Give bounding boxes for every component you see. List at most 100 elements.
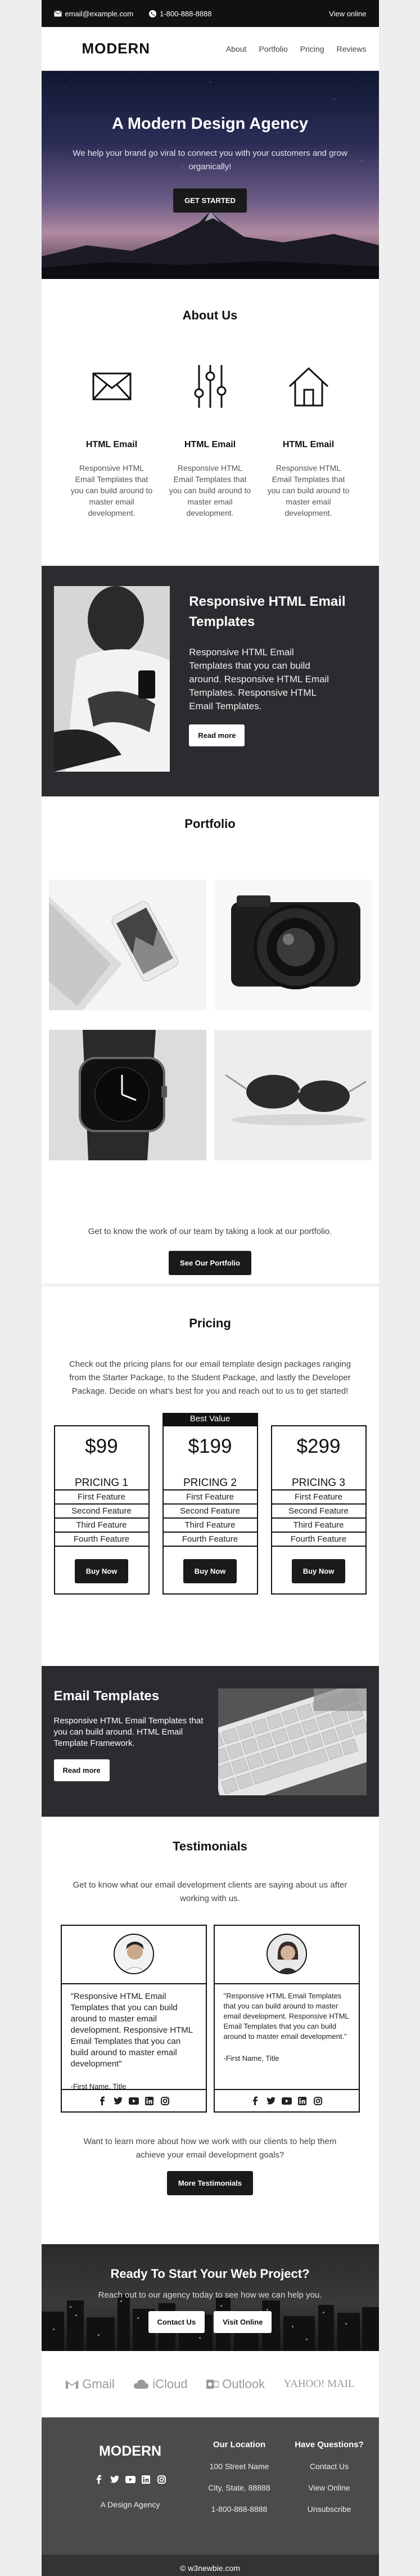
gmail-logo: Gmail: [65, 2377, 115, 2392]
hero: A Modern Design Agency We help your bran…: [41, 71, 379, 279]
plan-name: PRICING 3: [291, 1477, 346, 1489]
phone-icon: [149, 10, 157, 17]
buy-now-button[interactable]: Buy Now: [183, 1559, 237, 1583]
gmail-label: Gmail: [82, 2377, 115, 2391]
facebook-icon[interactable]: [97, 2096, 107, 2106]
plan-feature: Second Feature: [163, 1503, 257, 1517]
pricing-section: Pricing Check out the pricing plans for …: [41, 1284, 379, 1666]
feature-text: Responsive HTML Email Templates that you…: [70, 463, 153, 517]
testimonial-quote: "Responsive HTML Email Templates that yo…: [223, 1992, 349, 2041]
copyright: © w3newbie.com: [41, 2555, 379, 2576]
portfolio-grid: [42, 880, 379, 1160]
read-more-button[interactable]: Read more: [189, 724, 245, 746]
pricing-plan: $299 PRICING 3 First Feature Second Feat…: [270, 1425, 367, 1595]
client-logos: Gmail iCloud Outlook YAHOO! MAIL: [42, 2351, 379, 2417]
portfolio-section: Portfolio Get to know the work of our te…: [42, 796, 379, 1284]
portfolio-image-watch[interactable]: [48, 1030, 206, 1160]
plan-feature: First Feature: [163, 1489, 257, 1503]
testimonials-more-text: Want to learn more about how we work wit…: [83, 2137, 337, 2160]
top-phone[interactable]: 1-800-888-8888: [149, 10, 212, 18]
responsive-text: Responsive HTML Email Templates that you…: [189, 647, 329, 711]
contact-us-button[interactable]: Contact Us: [148, 2311, 205, 2333]
cloud-icon: [134, 2380, 149, 2389]
youtube-icon[interactable]: [128, 2096, 139, 2106]
top-view-online-link[interactable]: View online: [329, 10, 366, 18]
instagram-icon[interactable]: [157, 2474, 167, 2484]
logo[interactable]: MODERN: [82, 40, 151, 57]
footer-location: Our Location 100 Street Name City, State…: [195, 2440, 284, 2555]
linkedin-icon[interactable]: [297, 2096, 308, 2106]
youtube-icon[interactable]: [125, 2474, 136, 2484]
hero-title: A Modern Design Agency: [111, 115, 309, 133]
home-icon: [288, 367, 328, 407]
youtube-icon[interactable]: [281, 2096, 292, 2106]
twitter-icon[interactable]: [110, 2474, 120, 2484]
top-email[interactable]: email@example.com: [53, 9, 134, 18]
plan-feature: Second Feature: [55, 1503, 148, 1517]
testimonial-card: "Responsive HTML Email Templates that yo…: [60, 1925, 207, 2113]
footer: MODERN A Design Agency Our Location 100 …: [41, 2417, 379, 2555]
visit-online-button[interactable]: Visit Online: [214, 2311, 272, 2333]
nav-portfolio[interactable]: Portfolio: [259, 44, 287, 53]
footer-contact-link[interactable]: Contact Us: [284, 2462, 374, 2471]
twitter-icon[interactable]: [266, 2096, 276, 2106]
sliders-icon: [194, 365, 226, 408]
envelope-icon: [53, 10, 62, 16]
get-started-button[interactable]: GET STARTED: [173, 188, 247, 213]
instagram-icon[interactable]: [313, 2096, 323, 2106]
plan-feature: Fourth Feature: [272, 1532, 365, 1547]
top-email-text: email@example.com: [65, 9, 134, 18]
feature-title: HTML Email: [184, 440, 236, 449]
plan-feature: Second Feature: [272, 1503, 365, 1517]
footer-address: 100 Street Name: [209, 2462, 269, 2471]
buy-now-button[interactable]: Buy Now: [291, 1559, 346, 1583]
about-title: About Us: [182, 308, 238, 322]
portfolio-image-phone[interactable]: [48, 880, 206, 1010]
header: MODERN About Portfolio Pricing Reviews: [41, 27, 379, 71]
footer-location-title: Our Location: [213, 2440, 266, 2449]
portfolio-image-camera[interactable]: [214, 880, 372, 1010]
footer-unsubscribe-link[interactable]: Unsubscribe: [284, 2505, 374, 2514]
footer-questions-title: Have Questions?: [295, 2440, 364, 2449]
email-templates-title: Email Templates: [53, 1688, 160, 1704]
cta-text: Reach out to our agency today to see how…: [98, 2290, 322, 2300]
footer-social-links: [66, 2474, 195, 2484]
feature-item: HTML Email Responsive HTML Email Templat…: [168, 361, 252, 519]
pricing-plans: $99 PRICING 1 First Feature Second Featu…: [53, 1413, 367, 1595]
testimonials-intro: Get to know what our email development c…: [73, 1880, 347, 1903]
linkedin-icon[interactable]: [141, 2474, 151, 2484]
plan-price: $199: [188, 1435, 232, 1457]
instagram-icon[interactable]: [160, 2096, 170, 2106]
buy-now-button[interactable]: Buy Now: [74, 1559, 129, 1583]
top-bar: email@example.com 1-800-888-8888 View on…: [41, 0, 379, 27]
avatar: [266, 1934, 307, 1974]
social-links: [214, 2089, 359, 2111]
nav-reviews[interactable]: Reviews: [337, 44, 367, 53]
linkedin-icon[interactable]: [144, 2096, 155, 2106]
facebook-icon[interactable]: [250, 2096, 260, 2106]
nav-about[interactable]: About: [226, 44, 247, 53]
more-testimonials-button[interactable]: More Testimonials: [166, 2171, 254, 2195]
pricing-plan: $99 PRICING 1 First Feature Second Featu…: [53, 1425, 150, 1595]
nav-pricing[interactable]: Pricing: [300, 44, 324, 53]
outlook-icon: [206, 2380, 219, 2389]
nav: About Portfolio Pricing Reviews: [226, 44, 367, 53]
read-more-button[interactable]: Read more: [53, 1759, 110, 1781]
testimonial-author: -First Name, Title: [70, 2082, 127, 2091]
footer-view-online-link[interactable]: View Online: [284, 2483, 374, 2492]
yahoo-label: YAHOO! MAIL: [283, 2378, 355, 2390]
responsive-title: Responsive HTML Email Templates: [189, 594, 346, 629]
see-portfolio-button[interactable]: See Our Portfolio: [169, 1251, 251, 1275]
portfolio-image-glasses[interactable]: [214, 1030, 372, 1160]
about-section: About Us HTML Email Responsive HTML Emai…: [42, 279, 379, 566]
footer-city: City, State, 88888: [208, 2483, 270, 2492]
twitter-icon[interactable]: [113, 2096, 123, 2106]
outlook-label: Outlook: [222, 2377, 265, 2391]
cta-section: Ready To Start Your Web Project? Reach o…: [41, 2244, 379, 2351]
footer-logo[interactable]: MODERN: [66, 2443, 195, 2460]
outlook-logo: Outlook: [206, 2377, 265, 2392]
plan-feature: Fourth Feature: [55, 1532, 148, 1547]
email-page: email@example.com 1-800-888-8888 View on…: [41, 0, 379, 2576]
facebook-icon[interactable]: [94, 2474, 104, 2484]
testimonial-cards: "Responsive HTML Email Templates that yo…: [60, 1925, 360, 2113]
